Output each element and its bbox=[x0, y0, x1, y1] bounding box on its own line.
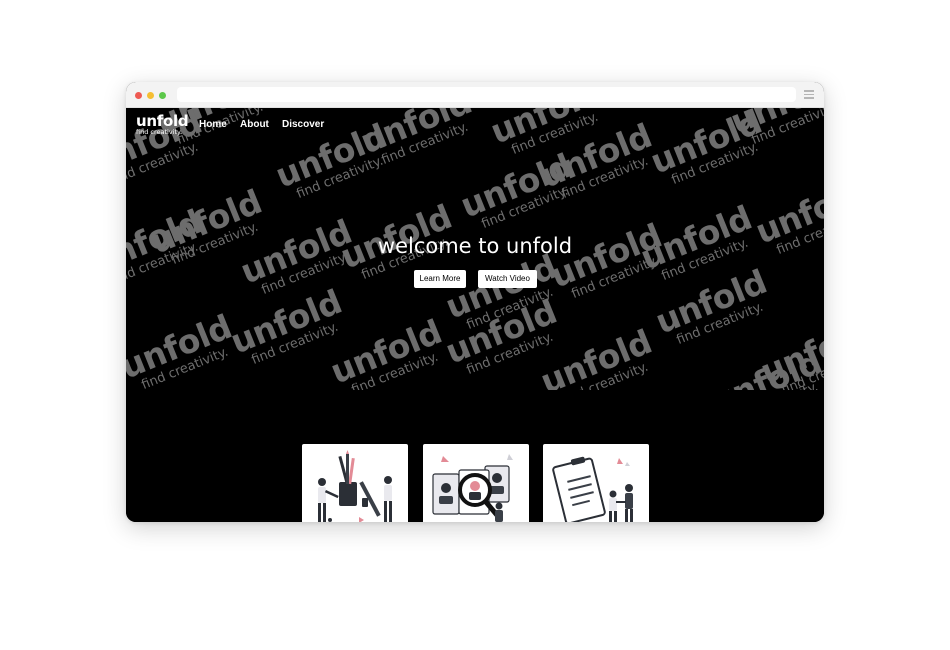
nav-home[interactable]: Home bbox=[199, 119, 227, 130]
learn-more-button[interactable]: Learn More bbox=[414, 270, 466, 288]
clipboard-meeting-illustration bbox=[552, 456, 633, 522]
art-supplies-illustration bbox=[318, 450, 392, 522]
close-window-icon[interactable] bbox=[135, 92, 142, 99]
hamburger-icon[interactable] bbox=[804, 90, 814, 99]
browser-toolbar bbox=[126, 82, 824, 108]
watch-video-button[interactable]: Watch Video bbox=[478, 270, 537, 288]
browser-window: unfoldfind creativity.unfoldfind creativ… bbox=[126, 82, 824, 522]
address-bar[interactable] bbox=[177, 87, 796, 102]
feature-cards bbox=[126, 444, 824, 522]
maximize-window-icon[interactable] bbox=[159, 92, 166, 99]
nav-discover[interactable]: Discover bbox=[282, 119, 324, 130]
magnifier-search-illustration bbox=[432, 454, 513, 522]
feature-card-art[interactable] bbox=[302, 444, 408, 522]
hero-title: welcome to unfold bbox=[377, 234, 573, 258]
page-viewport: unfoldfind creativity.unfoldfind creativ… bbox=[126, 108, 824, 522]
feature-card-search[interactable] bbox=[423, 444, 529, 522]
watermark-logo: unfoldfind creativity. bbox=[126, 307, 241, 390]
minimize-window-icon[interactable] bbox=[147, 92, 154, 99]
logo-tagline: find creativity. bbox=[136, 128, 183, 136]
nav-about[interactable]: About bbox=[240, 119, 269, 130]
feature-card-clipboard[interactable] bbox=[543, 444, 649, 522]
navbar: unfold find creativity. Home About Disco… bbox=[126, 108, 824, 142]
